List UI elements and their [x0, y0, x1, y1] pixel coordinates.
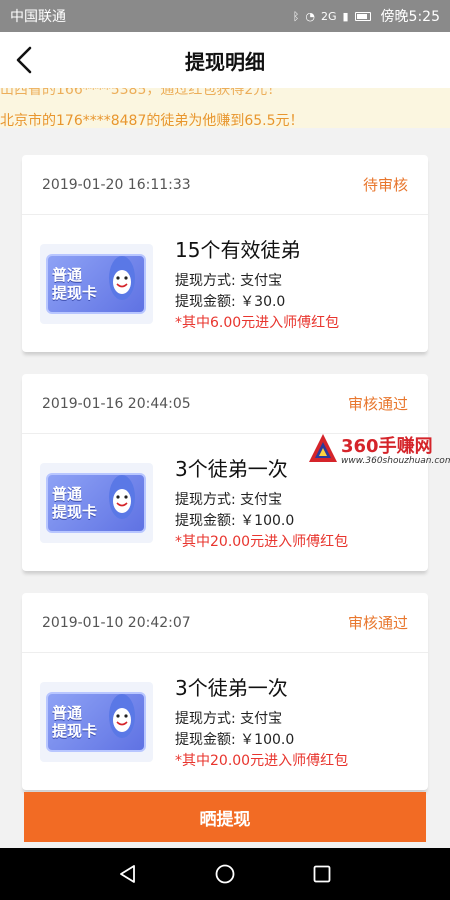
watermark-url: www.360shouzhuan.com — [341, 456, 450, 466]
card-art-text: 普通 提现卡 — [52, 703, 98, 740]
record-info: 15个有效徒弟 提现方式: 支付宝 提现金额: ￥30.0 *其中6.00元进入… — [175, 234, 410, 334]
square-recent-icon[interactable] — [311, 863, 333, 885]
record-note: *其中20.00元进入师傅红包 — [175, 533, 349, 550]
bluetooth-icon: ᛒ — [292, 9, 300, 23]
system-nav-bar — [0, 848, 450, 900]
record-amount: 提现金额: ￥100.0 — [175, 512, 295, 529]
chevron-left-icon[interactable] — [10, 44, 42, 76]
network-type: 2G — [320, 9, 337, 23]
circle-home-icon[interactable] — [214, 863, 236, 885]
site-watermark: 360手赚网 www.360shouzhuan.com — [307, 432, 450, 472]
ticker-line: 北京市的176****8487的徒弟为他赚到65.5元！ — [0, 113, 304, 128]
record-status: 审核通过 — [347, 395, 408, 413]
status-bar: 中国联通 ᛒ ◔ 2G ▮ 傍晚5:25 — [0, 0, 450, 32]
record-method: 提现方式: 支付宝 — [175, 710, 283, 727]
status-icons: ᛒ ◔ 2G ▮ 傍晚5:25 — [293, 6, 440, 26]
ticker-line: 山西省的166****5385，通过红包获得2元！ — [0, 88, 282, 98]
withdraw-card-image: 普通 提现卡 — [40, 681, 153, 762]
record-amount: 提现金额: ￥30.0 — [175, 293, 286, 310]
withdraw-record-list: 2019-01-20 16:11:33 待审核 普通 提现卡 15个有效徒弟 提现… — [22, 155, 428, 812]
withdraw-card-image: 普通 提现卡 — [40, 462, 153, 543]
shark-mascot-icon — [109, 693, 135, 738]
announcement-ticker: 山西省的166****5385，通过红包获得2元！ 北京市的176****848… — [0, 88, 450, 128]
battery-icon — [354, 11, 371, 21]
record-method: 提现方式: 支付宝 — [175, 491, 283, 508]
carrier-name: 中国联通 — [10, 9, 66, 25]
record-date: 2019-01-10 20:42:07 — [42, 614, 191, 631]
record-info: 3个徒弟一次 提现方式: 支付宝 提现金额: ￥100.0 *其中20.00元进… — [175, 672, 410, 772]
withdraw-record-card[interactable]: 2019-01-10 20:42:07 审核通过 普通 提现卡 3个徒弟一次 提现… — [22, 593, 428, 790]
watermark-brand: 360手赚网 — [341, 436, 433, 457]
withdraw-record-card[interactable]: 2019-01-20 16:11:33 待审核 普通 提现卡 15个有效徒弟 提现… — [22, 155, 428, 352]
shark-mascot-icon — [109, 255, 135, 300]
record-title: 15个有效徒弟 — [175, 237, 301, 262]
record-status: 待审核 — [362, 176, 408, 194]
record-method: 提现方式: 支付宝 — [175, 272, 283, 289]
record-date: 2019-01-16 20:44:05 — [42, 395, 191, 412]
record-body: 普通 提现卡 3个徒弟一次 提现方式: 支付宝 提现金额: ￥100.0 *其中2… — [22, 653, 428, 790]
card-art-text: 普通 提现卡 — [52, 484, 98, 521]
record-body: 普通 提现卡 15个有效徒弟 提现方式: 支付宝 提现金额: ￥30.0 *其中6… — [22, 215, 428, 352]
triangle-back-icon[interactable] — [117, 863, 139, 885]
record-title: 3个徒弟一次 — [175, 675, 288, 700]
share-withdraw-button[interactable]: 晒提现 — [24, 792, 426, 842]
record-note: *其中20.00元进入师傅红包 — [175, 752, 349, 769]
record-header: 2019-01-16 20:44:05 审核通过 — [22, 374, 428, 434]
record-date: 2019-01-20 16:11:33 — [42, 176, 191, 193]
shark-mascot-icon — [109, 474, 135, 519]
record-amount: 提现金额: ￥100.0 — [175, 731, 295, 748]
withdraw-record-card[interactable]: 2019-01-16 20:44:05 审核通过 普通 提现卡 3个徒弟一次 提现… — [22, 374, 428, 571]
page-title: 提现明细 — [185, 49, 265, 74]
withdraw-card-image: 普通 提现卡 — [40, 243, 153, 324]
triangle-logo-icon — [309, 434, 337, 462]
record-header: 2019-01-10 20:42:07 审核通过 — [22, 593, 428, 653]
page-header: 提现明细 — [0, 32, 450, 88]
card-art-text: 普通 提现卡 — [52, 265, 98, 302]
clock: 傍晚5:25 — [380, 9, 440, 25]
record-status: 审核通过 — [347, 614, 408, 632]
record-note: *其中6.00元进入师傅红包 — [175, 314, 340, 331]
wifi-icon: ◔ — [305, 9, 315, 23]
signal-icon: ▮ — [342, 9, 349, 23]
record-header: 2019-01-20 16:11:33 待审核 — [22, 155, 428, 215]
